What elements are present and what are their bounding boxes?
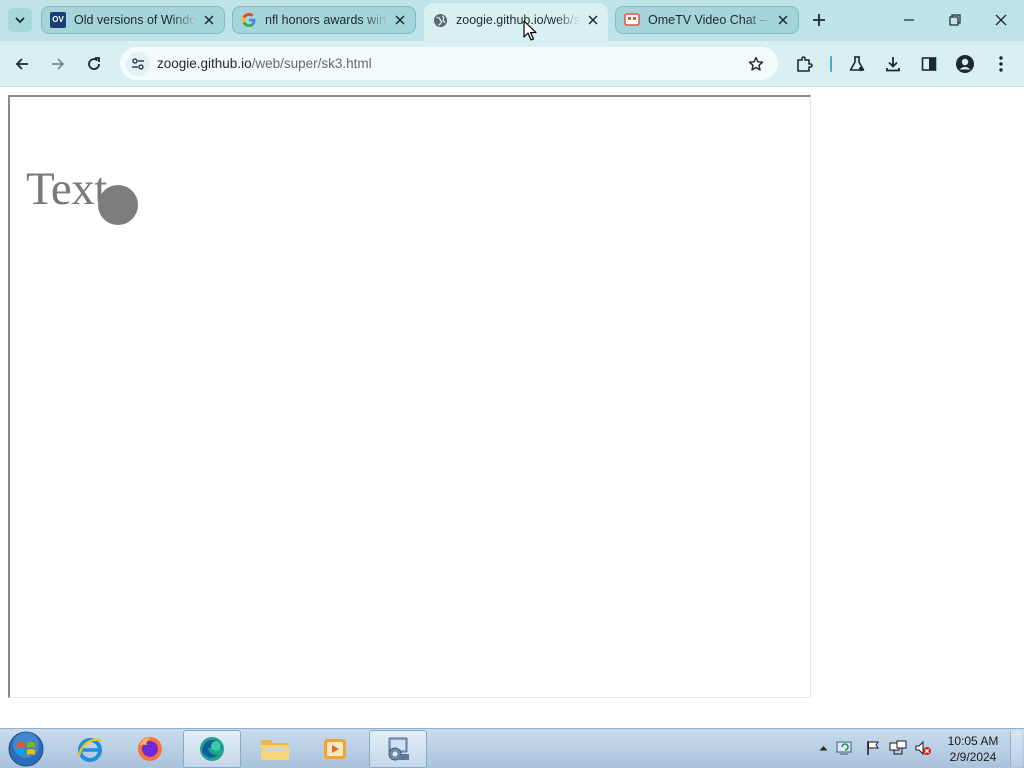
flag-icon (867, 741, 879, 755)
tab-strip: OV Old versions of Windows nfl honors aw… (0, 0, 1024, 41)
canvas-circle (98, 185, 138, 225)
downloads-button[interactable] (880, 51, 906, 77)
windows-orb-icon (8, 731, 44, 767)
sync-icon (836, 741, 852, 755)
close-tab-icon[interactable] (391, 11, 409, 29)
clock-time: 10:05 AM (947, 734, 999, 748)
internet-explorer-icon (77, 738, 102, 762)
media-player-icon (324, 739, 346, 759)
minimize-button[interactable] (886, 0, 932, 40)
drawing-canvas[interactable]: Text (8, 95, 811, 698)
close-tab-icon[interactable] (584, 11, 602, 29)
plus-icon (813, 14, 825, 26)
minimize-icon (904, 19, 914, 21)
star-icon (748, 56, 764, 71)
labs-button[interactable] (844, 51, 870, 77)
ometv-favicon-icon (624, 12, 640, 28)
close-tab-icon[interactable] (200, 11, 218, 29)
remote-desktop-icon (388, 737, 409, 761)
extensions-button[interactable] (791, 51, 817, 77)
tab-title: OmeTV Video Chat — (648, 13, 770, 27)
tray-sync-icon[interactable] (836, 739, 854, 757)
back-button[interactable] (8, 50, 36, 78)
address-bar[interactable]: zoogie.github.io/web/super/sk3.html (120, 47, 778, 80)
close-tab-icon[interactable] (774, 11, 792, 29)
profile-button[interactable] (952, 51, 978, 77)
folder-icon (261, 740, 289, 760)
tab-zoogie[interactable]: zoogie.github.io/web/super/sk3.html (424, 3, 608, 41)
restore-button[interactable] (932, 0, 978, 40)
reload-icon (88, 57, 100, 70)
tray-volume-icon[interactable] (914, 739, 932, 757)
more-vertical-icon (999, 56, 1003, 72)
tab-title: nfl honors awards winners (265, 13, 387, 27)
url-text: zoogie.github.io/web/super/sk3.html (157, 56, 372, 71)
url-domain: zoogie.github.io (157, 56, 252, 71)
show-desktop-button[interactable] (1010, 731, 1022, 767)
tune-icon (132, 58, 144, 70)
reload-button[interactable] (80, 50, 108, 78)
avatar-icon (956, 55, 974, 73)
menu-button[interactable] (988, 51, 1014, 77)
site-info-button[interactable] (126, 52, 150, 76)
tab-title: Old versions of Windows (74, 13, 196, 27)
volume-muted-icon (915, 740, 931, 756)
tab-ometv[interactable]: OmeTV Video Chat — (615, 6, 799, 34)
tray-action-center-icon[interactable] (864, 739, 882, 757)
browser-toolbar: zoogie.github.io/web/super/sk3.html (0, 41, 1024, 87)
canvas-text: Text (26, 163, 107, 215)
taskbar-file-explorer[interactable] (246, 730, 304, 768)
restore-icon (949, 14, 961, 26)
forward-button[interactable] (44, 50, 72, 78)
arrow-left-icon (15, 58, 28, 70)
taskbar-media-player[interactable] (306, 730, 364, 768)
globe-favicon-icon (432, 12, 448, 28)
close-window-button[interactable] (978, 0, 1024, 40)
edge-icon (200, 737, 224, 761)
tab-nfl-honors[interactable]: nfl honors awards winners (232, 6, 416, 34)
toolbar-separator (830, 56, 832, 72)
tray-network-icon[interactable] (889, 739, 907, 757)
tab-title: zoogie.github.io/web/super/sk3.html (456, 13, 580, 27)
firefox-icon (138, 737, 162, 761)
page-viewport: Text (0, 87, 1024, 727)
mouse-cursor-icon (523, 20, 537, 41)
new-tab-button[interactable] (808, 9, 830, 31)
taskbar-remote-desktop[interactable] (369, 730, 427, 768)
show-hidden-icons-button[interactable] (814, 739, 832, 757)
system-clock[interactable]: 10:05 AM 2/9/2024 (940, 733, 1006, 765)
arrow-right-icon (52, 58, 65, 70)
close-icon (995, 14, 1007, 26)
puzzle-icon (797, 56, 813, 72)
taskbar: 10:05 AM 2/9/2024 (0, 728, 1024, 768)
taskbar-internet-explorer[interactable] (61, 730, 119, 768)
download-icon (886, 57, 900, 72)
chevron-down-icon (15, 17, 25, 24)
tab-search-button[interactable] (8, 8, 32, 32)
taskbar-firefox[interactable] (121, 730, 179, 768)
taskbar-edge[interactable] (183, 730, 241, 768)
bookmark-button[interactable] (746, 54, 766, 74)
clock-date: 2/9/2024 (949, 750, 997, 764)
side-panel-icon (921, 57, 937, 71)
side-panel-button[interactable] (916, 51, 942, 77)
flask-icon (849, 56, 865, 72)
start-button[interactable] (6, 730, 46, 768)
url-path: /web/super/sk3.html (251, 56, 372, 71)
tab-old-versions[interactable]: OV Old versions of Windows (41, 6, 225, 34)
network-icon (889, 740, 907, 755)
chevron-up-icon (819, 746, 827, 751)
ov-favicon-icon: OV (50, 12, 66, 28)
google-favicon-icon (241, 12, 257, 28)
